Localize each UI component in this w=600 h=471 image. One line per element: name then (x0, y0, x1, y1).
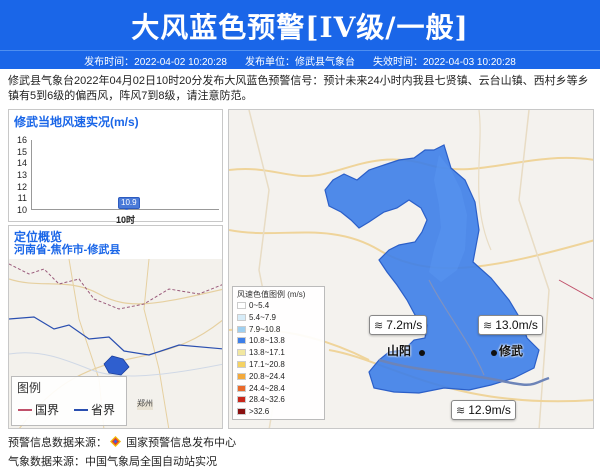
speed-legend-swatch (237, 337, 246, 345)
weather-source: 气象数据来源：中国气象局全国自动站实况 (8, 456, 217, 468)
speed-legend-label: 10.8~13.8 (249, 336, 285, 346)
shanyang-marker-icon (419, 350, 425, 356)
speed-legend-swatch (237, 313, 246, 321)
speed-legend-row: 10.8~13.8 (237, 336, 285, 345)
warning-meta-bar: 发布时间：2022-04-02 10:20:28 发布单位：修武县气象台 失效时… (0, 50, 600, 69)
warning-title: 大风蓝色预警[IV级/一般] (131, 11, 469, 44)
wind-data-label: 10.9 (118, 196, 140, 209)
speed-legend-label: 17.1~20.8 (249, 360, 285, 369)
speed-legend-swatch (237, 361, 246, 368)
y-tick-label: 14 (16, 158, 27, 169)
legend-label-province-border: 省界 (91, 403, 116, 417)
wind-speed-legend: 风速色值图例 (m/s) 0~5.4 5.4~7.9 7.9~10.8 10.8~13… (232, 286, 325, 420)
wind-y-axis: 16 15 14 13 12 11 10 (13, 135, 27, 218)
wind-icon: ≋ (483, 319, 493, 332)
speed-legend-swatch (237, 302, 246, 309)
speed-legend-row: >32.6 (237, 407, 269, 416)
wind-icon: ≋ (374, 319, 384, 332)
warning-source-org: 国家预警信息发布中心 (126, 437, 237, 449)
legend-title: 图例 (17, 381, 42, 395)
warning-source-label: 预警信息数据来源： (8, 437, 107, 449)
legend-item-national-border: 国界 (18, 401, 59, 418)
warning-center-logo-icon (110, 436, 122, 447)
speed-legend-label: 24.4~28.4 (249, 383, 285, 393)
speed-legend-swatch (237, 408, 246, 416)
speed-legend-row: 0~5.4 (237, 301, 269, 310)
publish-time: 发布时间：2022-04-02 10:20:28 (84, 56, 227, 68)
city-label-zhengzhou: 郑州 (137, 399, 153, 408)
y-tick-label: 13 (16, 170, 27, 180)
speed-legend-swatch (237, 325, 246, 333)
wind-chart-area: 10.9 10时 (31, 140, 219, 225)
wind-icon: ≋ (456, 404, 466, 417)
speed-legend-row: 28.4~32.6 (237, 395, 285, 404)
speed-legend-row: 24.4~28.4 (237, 384, 285, 393)
y-tick-label: 12 (16, 181, 27, 192)
speed-legend-row: 5.4~7.9 (237, 313, 276, 322)
station-wind-value: 13.0m/s (495, 318, 538, 332)
speed-legend-label: 20.8~24.4 (249, 371, 285, 381)
legend-item-province-border: 省界 (74, 401, 115, 418)
station-wind-value: 7.2m/s (386, 318, 423, 332)
speed-legend-label: 13.8~17.1 (249, 348, 285, 358)
expire-time: 失效时间：2022-04-03 10:20:28 (373, 56, 516, 68)
town-label-shanyang: 山阳 (387, 344, 412, 358)
speed-legend-label: 0~5.4 (249, 301, 270, 310)
station-badge-south[interactable]: ≋ 12.9m/s (451, 400, 516, 420)
station-badge-shanyang[interactable]: ≋ 7.2m/s (369, 315, 428, 335)
wind-panel-title: 修武当地风速实况(m/s) (14, 115, 139, 129)
y-tick-label: 16 (16, 135, 27, 145)
warning-description: 修武县气象台2022年04月02日10时20分发布大风蓝色预警信号：预计未来24… (8, 75, 589, 102)
speed-legend-row: 7.9~10.8 (237, 325, 280, 334)
y-tick-label: 10 (16, 205, 27, 215)
speed-legend-swatch (237, 372, 246, 380)
province-border-line-icon (74, 408, 88, 411)
speed-legend-swatch (237, 396, 246, 404)
location-legend: 图例 国界 省界 (11, 376, 127, 426)
station-badge-xiuwu[interactable]: ≋ 13.0m/s (478, 315, 543, 335)
warning-banner: 大风蓝色预警[IV级/一般] (0, 0, 600, 50)
speed-legend-label: 7.9~10.8 (249, 324, 281, 334)
xiuwu-marker-icon (491, 350, 497, 356)
speed-legend-row: 13.8~17.1 (237, 348, 285, 357)
station-wind-value: 12.9m/s (468, 403, 511, 417)
legend-label-national-border: 国界 (35, 403, 60, 417)
national-border-line-icon (18, 408, 32, 411)
speed-legend-title: 风速色值图例 (m/s) (237, 290, 306, 299)
speed-legend-row: 17.1~20.8 (237, 360, 285, 369)
speed-legend-swatch (237, 384, 246, 392)
speed-legend-swatch (237, 349, 246, 357)
y-tick-label: 11 (17, 193, 27, 204)
town-label-xiuwu: 修武 (499, 344, 524, 358)
location-path: 河南省-焦作市-修武县 (14, 244, 121, 256)
location-panel: 定位概览 河南省-焦作市-修武县 郑州 图例 国界 省界 (8, 225, 223, 429)
speed-legend-label: 28.4~32.6 (249, 395, 285, 405)
publisher: 发布单位：修武县气象台 (245, 56, 355, 68)
wind-speed-panel: 修武当地风速实况(m/s) 16 15 14 13 12 11 10 10.9 10时 (8, 109, 223, 225)
speed-legend-row: 20.8~24.4 (237, 372, 285, 381)
county-wind-map[interactable]: 风速色值图例 (m/s) 0~5.4 5.4~7.9 7.9~10.8 10.8~13… (228, 109, 594, 429)
speed-legend-label: 5.4~7.9 (249, 312, 276, 322)
speed-legend-label: >32.6 (249, 407, 270, 417)
warning-source: 预警信息数据来源： 国家预警信息发布中心 (8, 434, 236, 450)
y-tick-label: 15 (16, 146, 27, 157)
